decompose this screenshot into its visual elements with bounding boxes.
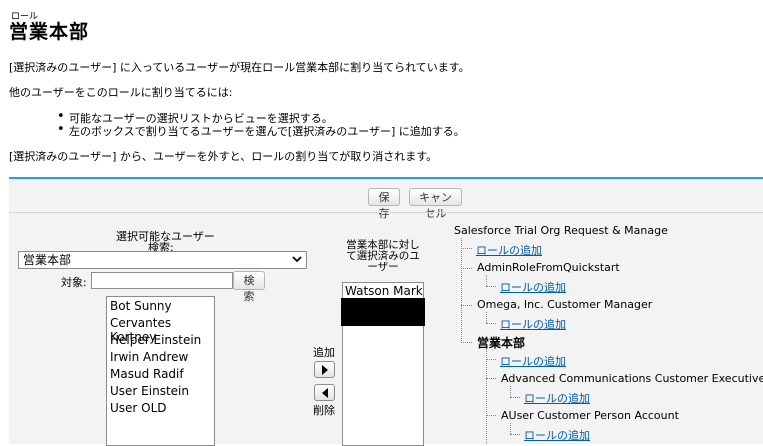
tree-connector: [510, 434, 520, 435]
remove-label: 削除: [313, 404, 335, 417]
tree-connector: [461, 238, 462, 343]
tree-connector: [510, 386, 511, 397]
arrow-right-icon: [322, 365, 328, 375]
tree-connector: [486, 349, 487, 444]
add-label: 追加: [313, 346, 335, 359]
available-users-list[interactable]: Bot Sunny Cervantes Kortney Helper Einst…: [106, 296, 215, 446]
list-item[interactable]: Helper Einstein: [110, 333, 201, 347]
tree-connector: [486, 359, 496, 360]
assignment-panel: 保存 キャンセル 選択可能なユーザー 検索: 営業本部 対象: 検索 Bot S…: [9, 177, 763, 446]
view-select-value: 営業本部: [23, 253, 72, 267]
list-item[interactable]: Bot Sunny: [110, 299, 172, 313]
intro-line-1: [選択済みのユーザー] に入っているユーザーが現在ロール営業本部に割り当てられて…: [9, 61, 470, 74]
page-title: 営業本部: [9, 21, 90, 43]
redacted-block: [341, 298, 425, 326]
intro-bullet-2: 左のボックスで割り当てるユーザーを選んで[選択済みのユーザー] に追加する。: [57, 122, 465, 139]
save-button[interactable]: 保存: [368, 188, 400, 220]
tree-connector: [486, 378, 496, 379]
list-item[interactable]: User OLD: [110, 401, 167, 415]
tree-connector: [510, 423, 511, 434]
remove-arrow-button[interactable]: [314, 384, 335, 401]
tree-node-advanced-comm[interactable]: Advanced Communications Customer Executi…: [501, 372, 763, 385]
list-item[interactable]: Irwin Andrew: [110, 350, 188, 364]
tree-connector: [486, 275, 487, 286]
add-role-link[interactable]: ロールの追加: [524, 390, 590, 406]
intro-line-3: [選択済みのユーザー] から、ユーザーを外すと、ロールの割り当てが取り消されます…: [9, 150, 438, 163]
tree-node-auser-customer[interactable]: AUser Customer Person Account: [501, 409, 679, 422]
toolbar-divider: [9, 212, 763, 213]
tree-connector: [461, 248, 472, 249]
tree-root[interactable]: Salesforce Trial Org Request & Manage: [454, 224, 668, 237]
add-role-link[interactable]: ロールの追加: [500, 353, 566, 369]
tree-node-sales-hq[interactable]: 営業本部: [477, 334, 525, 351]
target-label: 対象:: [61, 276, 87, 289]
intro-line-2: 他のユーザーをこのロールに割り当てるには:: [9, 86, 233, 99]
add-arrow-button[interactable]: [314, 361, 335, 378]
view-select[interactable]: 営業本部: [18, 251, 307, 269]
add-role-link[interactable]: ロールの追加: [524, 427, 590, 443]
tree-connector: [510, 397, 520, 398]
list-item[interactable]: User Einstein: [110, 384, 189, 398]
tree-node-omega[interactable]: Omega, Inc. Customer Manager: [477, 298, 652, 311]
tree-connector: [461, 268, 472, 269]
search-button[interactable]: 検索: [233, 271, 265, 303]
search-input[interactable]: [91, 272, 233, 289]
tree-connector: [486, 415, 496, 416]
add-role-link[interactable]: ロールの追加: [500, 279, 566, 295]
selected-heading: 営業本部に対し て選択済みのユ ーザー: [343, 240, 423, 273]
tree-node-adminrole[interactable]: AdminRoleFromQuickstart: [477, 261, 620, 274]
tree-connector: [486, 286, 496, 287]
list-item[interactable]: Watson Mark: [345, 284, 423, 298]
tree-connector: [461, 342, 472, 343]
tree-connector: [486, 323, 496, 324]
tree-connector: [461, 305, 472, 306]
arrow-left-icon: [322, 388, 328, 398]
chevron-down-icon: [292, 252, 302, 271]
add-role-link[interactable]: ロールの追加: [500, 316, 566, 332]
cancel-button[interactable]: キャンセル: [409, 188, 462, 220]
add-role-link[interactable]: ロールの追加: [476, 242, 542, 258]
selected-heading-line-3: ーザー: [367, 261, 399, 273]
list-item[interactable]: Masud Radif: [110, 367, 184, 381]
selected-users-list[interactable]: Watson Mark: [341, 282, 425, 446]
tree-connector: [486, 312, 487, 323]
